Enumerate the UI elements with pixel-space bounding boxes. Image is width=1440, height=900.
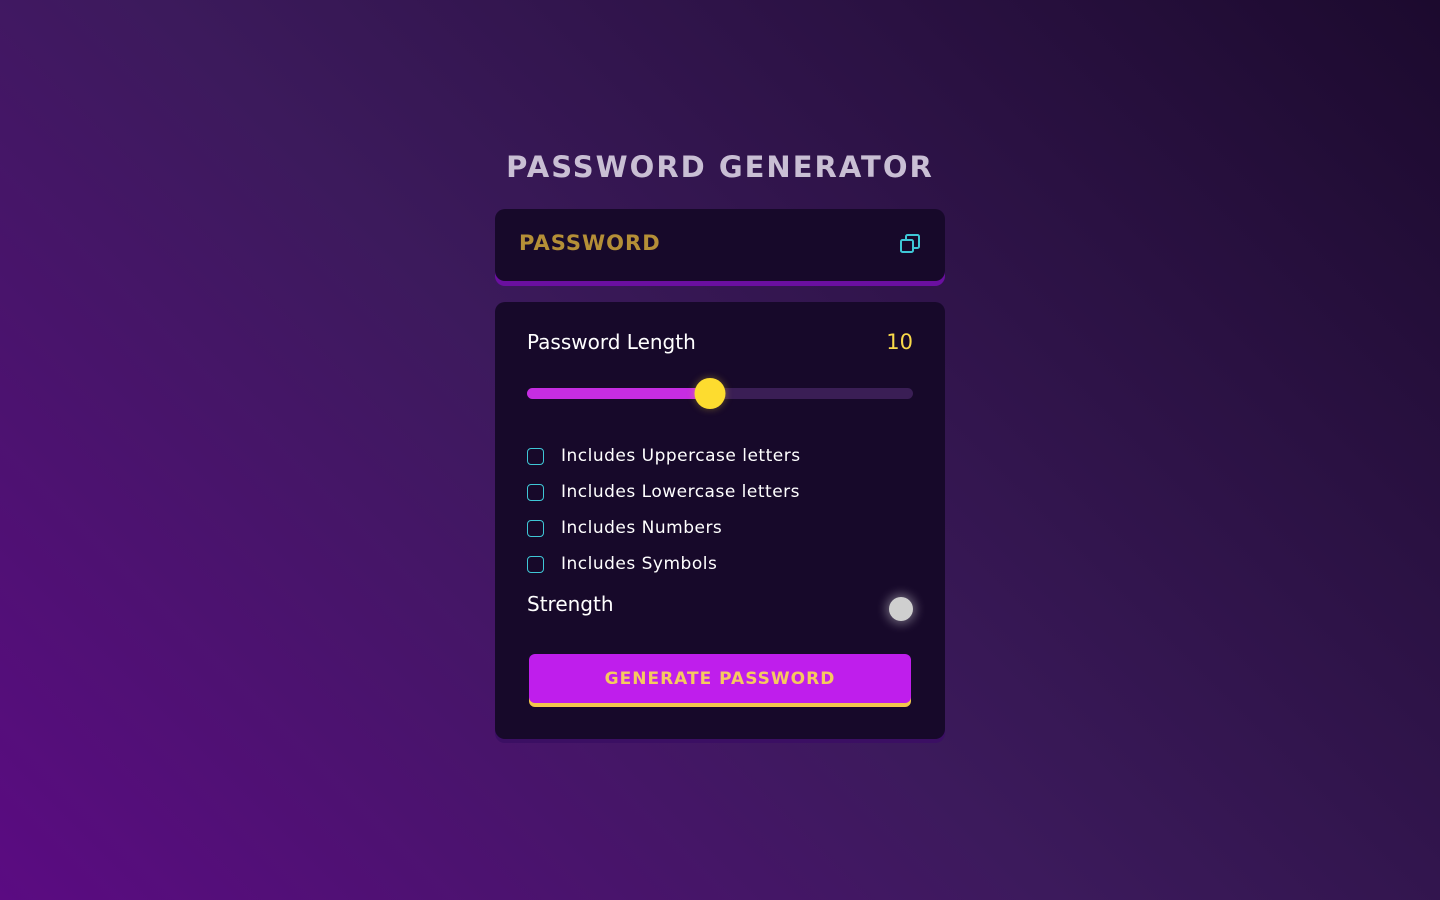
option-label: Includes Numbers (561, 518, 723, 538)
slider-thumb[interactable] (694, 378, 726, 409)
password-display: PASSWORD (495, 209, 945, 281)
password-output: PASSWORD (519, 231, 661, 255)
length-value: 10 (886, 330, 913, 354)
uppercase-checkbox[interactable] (527, 447, 544, 465)
copy-button[interactable] (899, 233, 921, 255)
option-numbers[interactable]: Includes Numbers (527, 510, 801, 546)
length-slider[interactable] (527, 378, 913, 409)
copy-icon (900, 234, 920, 253)
settings-panel: Password Length 10 Includes Uppercase le… (495, 302, 945, 739)
strength-indicator (889, 597, 913, 621)
length-label: Password Length (527, 330, 696, 354)
numbers-checkbox[interactable] (527, 519, 544, 537)
option-symbols[interactable]: Includes Symbols (527, 546, 801, 582)
slider-fill (527, 388, 711, 399)
symbols-checkbox[interactable] (527, 555, 544, 573)
strength-label: Strength (527, 592, 614, 616)
option-lowercase[interactable]: Includes Lowercase letters (527, 474, 801, 510)
option-uppercase[interactable]: Includes Uppercase letters (527, 438, 801, 474)
generate-password-button[interactable]: GENERATE PASSWORD (529, 654, 911, 703)
lowercase-checkbox[interactable] (527, 483, 544, 501)
options-list: Includes Uppercase letters Includes Lowe… (527, 438, 801, 582)
page-title: PASSWORD GENERATOR (506, 150, 934, 184)
option-label: Includes Symbols (561, 554, 718, 574)
option-label: Includes Uppercase letters (561, 446, 801, 466)
option-label: Includes Lowercase letters (561, 482, 800, 502)
